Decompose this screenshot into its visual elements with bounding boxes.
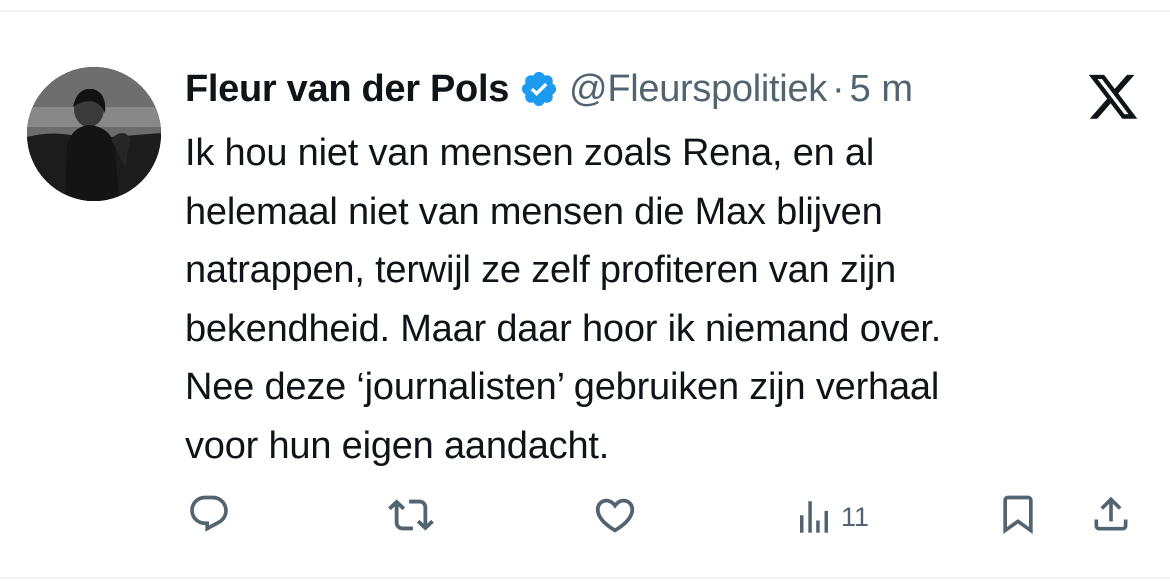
x-logo-icon — [1086, 74, 1140, 124]
avatar-photo — [27, 67, 161, 201]
reply-button[interactable] — [187, 492, 231, 536]
bottom-divider — [0, 577, 1170, 579]
tweet-text: Ik hou niet van mensen zoals Rena, en al… — [185, 124, 1145, 475]
views-button[interactable]: 11 — [793, 496, 869, 538]
views-icon — [800, 501, 828, 533]
tweet-header: Fleur van der Pols @Fleurspolitiek · 5 m — [185, 64, 913, 114]
author-handle[interactable]: @Fleurspolitiek — [569, 68, 827, 111]
like-button[interactable] — [592, 492, 638, 538]
heart-icon — [595, 498, 635, 533]
tweet-text-line: natrappen, terwijl ze zelf profiteren va… — [185, 249, 897, 291]
retweet-button[interactable] — [388, 492, 434, 538]
tweet-card[interactable]: Fleur van der Pols @Fleurspolitiek · 5 m… — [0, 12, 1170, 577]
share-icon — [1094, 496, 1128, 531]
bookmark-icon — [1003, 495, 1033, 535]
retweet-icon — [388, 499, 434, 531]
tweet-text-line: bekendheid. Maar daar hoor ik niemand ov… — [185, 307, 942, 350]
tweet-timestamp[interactable]: 5 m — [850, 68, 913, 111]
tweet-text-line: Ik hou niet van mensen zoals Rena, en al — [185, 132, 875, 174]
verified-badge-icon — [519, 69, 559, 109]
tweet-text-line: helemaal niet van mensen die Max blijven — [185, 190, 883, 233]
reply-icon — [190, 495, 228, 532]
action-bar: 11 — [0, 482, 1170, 542]
tweet-text-line: voor hun eigen aandacht. — [185, 424, 610, 467]
views-count: 11 — [841, 501, 870, 532]
bookmark-button[interactable] — [996, 492, 1040, 536]
avatar[interactable] — [27, 67, 161, 201]
tweet-text-line: Nee deze ‘journalisten’ gebruiken zijn v… — [185, 366, 940, 408]
author-name[interactable]: Fleur van der Pols — [185, 68, 509, 111]
header-separator: · — [832, 67, 845, 110]
share-button[interactable] — [1089, 492, 1133, 536]
